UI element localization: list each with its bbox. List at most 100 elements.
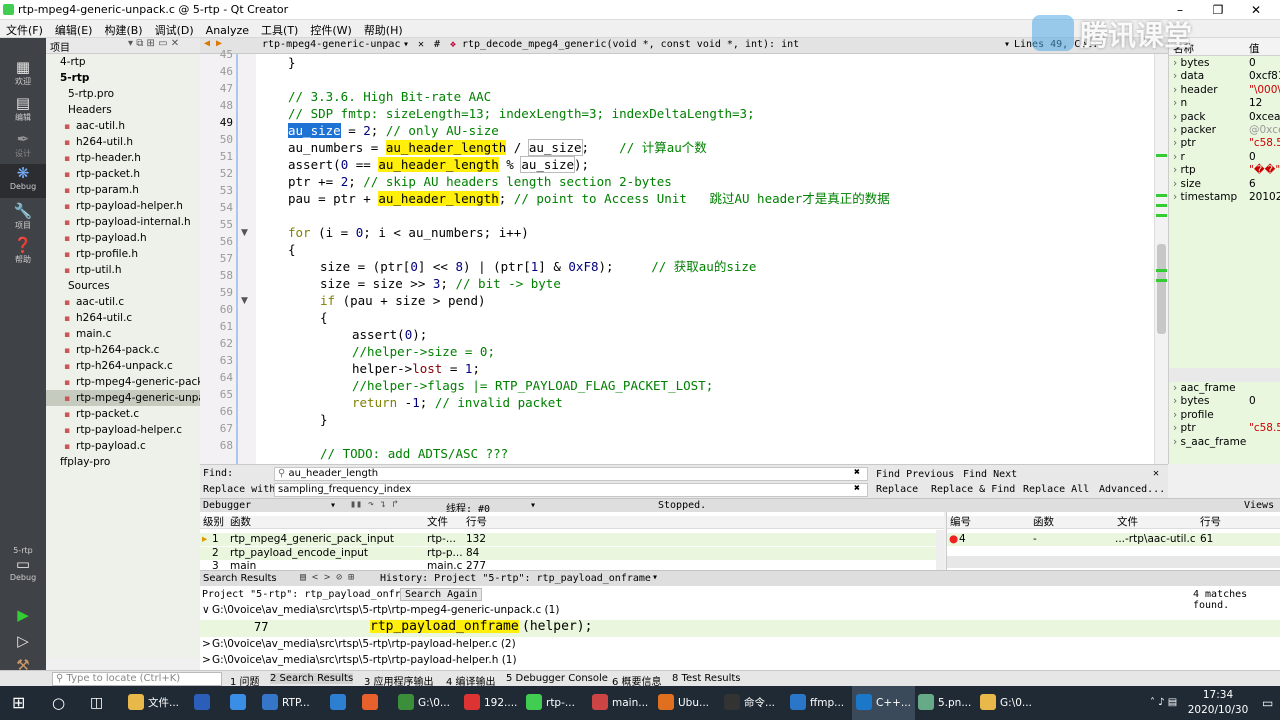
taskbar-app[interactable]	[230, 686, 250, 720]
tree-folder-item[interactable]: 5-rtp.pro	[46, 86, 200, 102]
debug-step-icons[interactable]: ▮▮ ↷ ↴ ↱	[350, 499, 398, 510]
editor-scrollbar[interactable]	[1154, 54, 1168, 464]
tab-search-results[interactable]: 2 Search Results	[270, 673, 354, 684]
tree-file-item[interactable]: ▪ rtp-payload-helper.c	[46, 422, 200, 438]
fold-marker-icon[interactable]: ▼	[241, 228, 248, 238]
taskbar-app[interactable]: Ubu...	[658, 686, 709, 720]
kit-selector[interactable]: 5-rtp ▭ Debug	[0, 546, 46, 582]
locator-input[interactable]: ⚲ Type to locate (Ctrl+K)	[52, 672, 222, 686]
stack-frame-row[interactable]: 2 rtp_payload_encode_input rtp-p... 84	[200, 546, 944, 560]
local-variable-name[interactable]: › ptr	[1173, 137, 1196, 150]
replace-all-button[interactable]: Replace All	[1023, 484, 1089, 495]
tree-file-item[interactable]: ▪ rtp-h264-pack.c	[46, 342, 200, 358]
search-result-file[interactable]: > G:\0voice\av_media\src\rtsp\5-rtp\rtp-p…	[200, 654, 1280, 667]
tree-file-item[interactable]: ▪ rtp-payload.h	[46, 230, 200, 246]
local-variable-name[interactable]: › r	[1173, 151, 1185, 164]
task-view-icon[interactable]: ◫	[90, 686, 103, 720]
local-variable-name[interactable]: › ptr	[1173, 422, 1196, 435]
local-variable-name[interactable]: › packer	[1173, 124, 1216, 137]
menu-build[interactable]: 构建(B)	[98, 20, 148, 38]
taskbar-app[interactable]: 文件...	[128, 686, 179, 720]
mode-design[interactable]: ✒ 设计	[0, 130, 46, 159]
stack-frame-row[interactable]: ▸ 1 rtp_mpeg4_generic_pack_input rtp-... 132	[200, 533, 944, 546]
thread-dropdown-icon[interactable]: ▾	[530, 500, 536, 511]
debugger-combo-arrow-icon[interactable]: ▾	[330, 500, 336, 511]
taskbar-app[interactable]: C++...	[852, 686, 915, 720]
history-dropdown-icon[interactable]: ▾	[652, 572, 658, 583]
tree-folder-item[interactable]: Headers	[46, 102, 200, 118]
search-again-button[interactable]: Search Again	[400, 588, 483, 601]
menu-file[interactable]: 文件(F)	[0, 20, 49, 38]
replace-find-button[interactable]: Replace & Find	[931, 484, 1015, 495]
run-button[interactable]: ▶	[0, 606, 46, 624]
search-history[interactable]: History: Project "5-rtp": rtp_payload_on…	[380, 573, 651, 584]
menu-analyze[interactable]: Analyze	[200, 22, 255, 37]
taskbar-app[interactable]: 5.pn...	[918, 686, 971, 720]
tree-file-item[interactable]: ▪ rtp-payload-helper.h	[46, 198, 200, 214]
close-find-icon[interactable]: ✕	[1153, 468, 1159, 479]
local-variable-name[interactable]: › header	[1173, 84, 1218, 97]
panel-tool-icons[interactable]: ▾ ⧉ ⊞ ▭ ✕	[128, 38, 179, 49]
tree-folder-item[interactable]: 5-rtp	[46, 70, 200, 86]
taskbar-app[interactable]	[330, 686, 350, 720]
symbol-dropdown-icon[interactable]: ▾	[1004, 39, 1010, 50]
tree-file-item[interactable]: ▪ rtp-param.h	[46, 182, 200, 198]
tree-file-item[interactable]: ▪ rtp-header.h	[46, 150, 200, 166]
dropdown-icon[interactable]: ▾	[403, 39, 409, 50]
local-variable-name[interactable]: › s_aac_frame	[1173, 436, 1246, 449]
clear-find-icon[interactable]: ✖	[854, 467, 860, 478]
local-variable-name[interactable]: › rtp	[1173, 164, 1196, 177]
taskbar-app[interactable]: rtp-...	[526, 686, 575, 720]
search-result-line[interactable]: 77 rtp_payload_onframe (helper);	[200, 620, 1280, 637]
find-next-button[interactable]: Find Next	[963, 469, 1017, 480]
menu-debug[interactable]: 调试(D)	[149, 20, 200, 38]
search-icon[interactable]: ○	[52, 686, 65, 720]
clock-date[interactable]: 2020/10/30	[1178, 703, 1258, 718]
find-input[interactable]: ⚲ au_header_length	[274, 467, 868, 481]
clock-time[interactable]: 17:34	[1190, 688, 1246, 703]
tree-file-item[interactable]: ▪ main.c	[46, 326, 200, 342]
tree-folder-item[interactable]: 4-rtp	[46, 54, 200, 70]
taskbar-app[interactable]: ffmp...	[790, 686, 844, 720]
taskbar-app[interactable]	[362, 686, 382, 720]
stack-frame-row[interactable]: 3 main main.c 277	[200, 560, 944, 570]
local-variable-name[interactable]: › aac_frame	[1173, 382, 1236, 395]
clear-replace-icon[interactable]: ✖	[854, 483, 860, 494]
tree-file-item[interactable]: ▪ h264-util.h	[46, 134, 200, 150]
open-document-combo[interactable]: rtp-mpeg4-generic-unpac	[262, 39, 400, 50]
menu-help[interactable]: 帮助(H)	[358, 20, 409, 38]
locals-hscroll[interactable]	[1169, 368, 1280, 382]
tab-debugger-console[interactable]: 5 Debugger Console	[506, 673, 608, 684]
tree-file-item[interactable]: ▪ aac-util.h	[46, 118, 200, 134]
taskbar-app[interactable]: 命令...	[724, 686, 775, 720]
tree-file-item[interactable]: ▪ rtp-packet.c	[46, 406, 200, 422]
tree-file-item[interactable]: ▪ h264-util.c	[46, 310, 200, 326]
debug-run-button[interactable]: ▷	[0, 632, 46, 650]
symbol-combo[interactable]: rtp_decode_mpeg4_generic(void *, const v…	[462, 39, 799, 50]
fold-margin[interactable]: ▼ ▼	[236, 54, 256, 464]
local-variable-name[interactable]: › timestamp	[1173, 191, 1237, 204]
menu-window[interactable]: 控件(W)	[304, 20, 357, 38]
views-button[interactable]: Views	[1244, 500, 1274, 511]
tray-icons[interactable]: ˄ ♪ ▤	[1150, 686, 1177, 720]
tree-folder-item[interactable]: Sources	[46, 278, 200, 294]
taskbar-app[interactable]: G:\0...	[980, 686, 1032, 720]
fold-marker-icon[interactable]: ▼	[241, 296, 248, 306]
tab-test-results[interactable]: 8 Test Results	[672, 673, 741, 684]
local-variable-name[interactable]: › profile	[1173, 409, 1214, 422]
menu-tools[interactable]: 工具(T)	[255, 20, 304, 38]
tree-file-item[interactable]: ▪ rtp-profile.h	[46, 246, 200, 262]
notification-icon[interactable]: ▭	[1262, 686, 1273, 720]
taskbar-app[interactable]: G:\0...	[398, 686, 450, 720]
local-variable-name[interactable]: › size	[1173, 178, 1201, 191]
replace-input[interactable]: sampling_frequency_index	[274, 483, 868, 497]
taskbar-app[interactable]: RTP...	[262, 686, 310, 720]
search-result-file[interactable]: > G:\0voice\av_media\src\rtsp\5-rtp\rtp-p…	[200, 638, 1280, 651]
local-variable-name[interactable]: › n	[1173, 97, 1187, 110]
tree-folder-item[interactable]: ffplay-pro	[46, 454, 200, 470]
tree-file-item[interactable]: ▪ rtp-mpeg4-generic-pack	[46, 374, 200, 390]
tree-file-item[interactable]: ▪ aac-util.c	[46, 294, 200, 310]
tree-file-item[interactable]: ▪ rtp-util.h	[46, 262, 200, 278]
local-variable-name[interactable]: › data	[1173, 70, 1204, 83]
mode-help[interactable]: ❓ 帮助	[0, 236, 46, 265]
